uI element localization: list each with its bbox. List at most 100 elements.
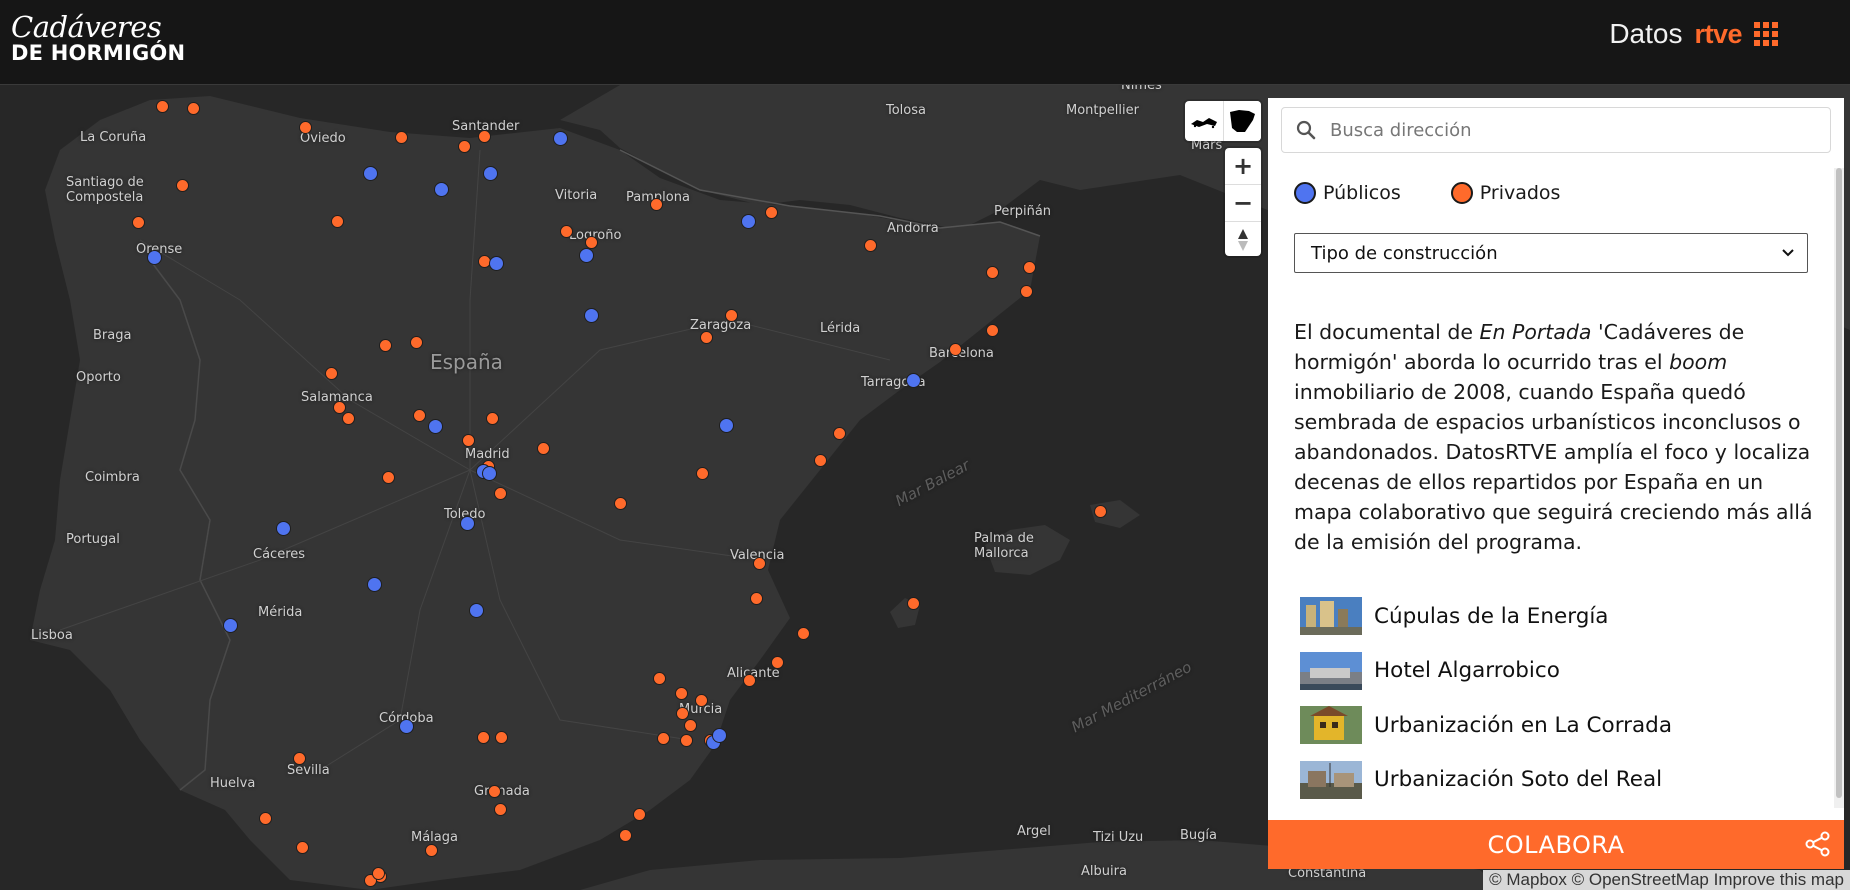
private-site-marker[interactable] [1022,260,1036,274]
public-site-marker[interactable] [362,165,378,181]
project-item-soto-del-real[interactable]: Urbanización Soto del Real [1300,753,1672,808]
private-site-marker[interactable] [330,214,344,228]
public-site-marker[interactable] [718,417,734,433]
private-site-marker[interactable] [457,139,471,153]
private-site-marker[interactable] [632,807,646,821]
private-site-marker[interactable] [493,802,507,816]
private-site-marker[interactable] [175,178,189,192]
public-site-marker[interactable] [905,372,921,388]
private-site-marker[interactable] [749,591,763,605]
private-site-marker[interactable] [813,453,827,467]
private-site-marker[interactable] [764,205,778,219]
private-site-marker[interactable] [683,718,697,732]
private-site-marker[interactable] [742,673,756,687]
private-site-marker[interactable] [985,265,999,279]
private-site-marker[interactable] [679,733,693,747]
private-site-marker[interactable] [694,693,708,707]
map-style-toggle[interactable] [1185,101,1261,141]
public-site-marker[interactable] [481,465,497,481]
project-item-cupulas[interactable]: Cúpulas de la Energía [1300,589,1672,644]
private-site-marker[interactable] [695,466,709,480]
share-icon[interactable] [1804,830,1832,858]
public-site-marker[interactable] [222,617,238,633]
satellite-style-icon[interactable] [1185,101,1223,141]
private-site-marker[interactable] [948,342,962,356]
private-site-marker[interactable] [770,655,784,669]
private-site-marker[interactable] [724,308,738,322]
public-site-marker[interactable] [711,727,727,743]
private-site-marker[interactable] [613,496,627,510]
mapbox-credit-link[interactable]: © Mapbox [1489,870,1567,889]
private-site-marker[interactable] [131,215,145,229]
private-site-marker[interactable] [863,238,877,252]
private-site-marker[interactable] [186,101,200,115]
compass-icon[interactable] [1225,221,1261,258]
private-site-marker[interactable] [796,626,810,640]
dark-style-icon[interactable] [1222,101,1261,141]
public-site-marker[interactable] [578,247,594,263]
private-site-marker[interactable] [381,470,395,484]
public-site-marker[interactable] [468,602,484,618]
site-logo[interactable]: Cadáveres DE HORMIGÓN [11,12,185,64]
grid-icon[interactable] [1754,22,1778,46]
private-site-marker[interactable] [409,335,423,349]
private-site-marker[interactable] [155,99,169,113]
private-site-marker[interactable] [584,235,598,249]
private-site-marker[interactable] [675,706,689,720]
private-site-marker[interactable] [752,556,766,570]
private-site-marker[interactable] [341,411,355,425]
private-site-marker[interactable] [412,408,426,422]
public-site-marker[interactable] [427,418,443,434]
private-site-marker[interactable] [618,828,632,842]
public-site-marker[interactable] [433,181,449,197]
public-site-marker[interactable] [482,165,498,181]
private-site-marker[interactable] [332,400,346,414]
legend-public[interactable]: Públicos [1294,182,1401,204]
project-item-la-corrada[interactable]: Urbanización en La Corrada [1300,698,1672,753]
public-site-marker[interactable] [275,520,291,536]
private-site-marker[interactable] [1093,504,1107,518]
private-site-marker[interactable] [378,338,392,352]
private-site-marker[interactable] [674,686,688,700]
private-site-marker[interactable] [536,441,550,455]
private-site-marker[interactable] [292,751,306,765]
public-site-marker[interactable] [459,515,475,531]
rtve-brand[interactable]: Datos rtve [1609,16,1742,52]
private-site-marker[interactable] [985,323,999,337]
private-site-marker[interactable] [324,366,338,380]
zoom-in-button[interactable]: + [1225,148,1261,184]
osm-credit-link[interactable]: © OpenStreetMap [1572,870,1709,889]
private-site-marker[interactable] [832,426,846,440]
construction-type-select[interactable]: Tipo de construcción [1294,233,1808,273]
private-site-marker[interactable] [476,730,490,744]
public-site-marker[interactable] [583,307,599,323]
private-site-marker[interactable] [295,840,309,854]
private-site-marker[interactable] [394,130,408,144]
public-site-marker[interactable] [552,130,568,146]
private-site-marker[interactable] [424,843,438,857]
legend-private[interactable]: Privados [1450,182,1560,204]
address-search-input[interactable] [1328,118,1812,142]
public-site-marker[interactable] [146,249,162,265]
zoom-out-button[interactable]: − [1225,184,1261,221]
private-site-marker[interactable] [461,433,475,447]
private-site-marker[interactable] [485,411,499,425]
public-site-marker[interactable] [488,255,504,271]
private-site-marker[interactable] [493,486,507,500]
private-site-marker[interactable] [699,330,713,344]
private-site-marker[interactable] [906,596,920,610]
private-site-marker[interactable] [477,129,491,143]
panel-scrollbar-thumb[interactable] [1836,168,1842,798]
collabora-button[interactable]: COLABORA [1268,820,1844,869]
private-site-marker[interactable] [656,731,670,745]
private-site-marker[interactable] [298,120,312,134]
address-search[interactable] [1281,107,1831,153]
private-site-marker[interactable] [1019,284,1033,298]
private-site-marker[interactable] [494,730,508,744]
public-site-marker[interactable] [740,213,756,229]
private-site-marker[interactable] [559,224,573,238]
private-site-marker[interactable] [258,811,272,825]
panel-scrollbar[interactable] [1834,168,1844,808]
private-site-marker[interactable] [487,784,501,798]
private-site-marker[interactable] [649,197,663,211]
